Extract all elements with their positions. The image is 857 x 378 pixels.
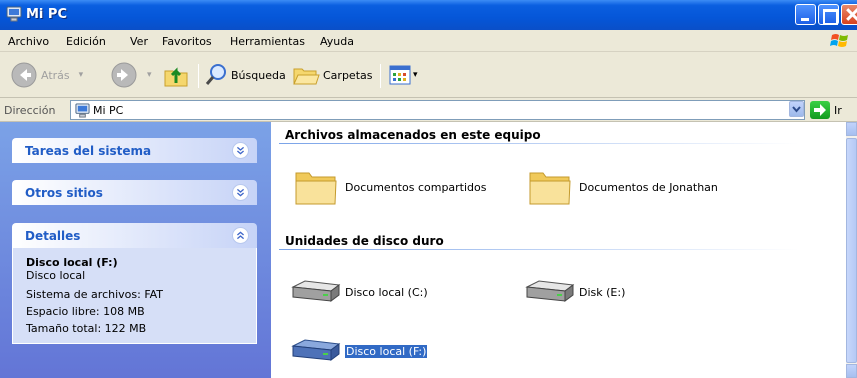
collapse-chevron-icon[interactable] xyxy=(232,227,249,244)
scroll-thumb[interactable] xyxy=(846,138,857,363)
folders-icon xyxy=(293,68,320,85)
hard-drive-icon xyxy=(525,280,575,302)
toolbar-separator xyxy=(198,64,199,88)
toolbar: Atrás ▾ ▾ Búsqueda Carpetas ▾ xyxy=(0,52,857,98)
system-tasks-panel: Tareas del sistema xyxy=(12,138,257,163)
expand-chevron-icon[interactable] xyxy=(232,142,249,159)
details-item-name: Disco local (F:) xyxy=(26,256,118,269)
group-divider xyxy=(279,143,799,144)
details-free-space: Espacio libre: 108 MB xyxy=(26,305,145,318)
my-computer-icon xyxy=(75,103,90,118)
menu-edicion[interactable]: Edición xyxy=(66,35,106,48)
hard-drive-icon xyxy=(291,280,341,302)
hard-drives-header: Unidades de disco duro xyxy=(285,234,444,248)
address-label: Dirección xyxy=(4,104,56,117)
menu-ayuda[interactable]: Ayuda xyxy=(320,35,354,48)
expand-chevron-icon[interactable] xyxy=(232,184,249,201)
back-arrow-icon xyxy=(11,62,37,88)
other-places-header[interactable]: Otros sitios xyxy=(12,180,257,205)
up-folder-button[interactable] xyxy=(162,59,190,91)
vertical-scrollbar[interactable] xyxy=(846,122,857,378)
folders-label: Carpetas xyxy=(323,68,373,82)
folders-button[interactable]: Carpetas xyxy=(292,59,372,91)
chevron-down-icon xyxy=(792,106,801,113)
views-button[interactable]: ▾ xyxy=(389,59,418,91)
drive-label: Disco local (C:) xyxy=(345,285,428,299)
back-dropdown-icon[interactable]: ▾ xyxy=(79,70,84,80)
views-dropdown-icon[interactable]: ▾ xyxy=(413,70,418,80)
maximize-button[interactable] xyxy=(818,4,839,25)
address-dropdown-button[interactable] xyxy=(789,101,804,117)
folder-label: Documentos de Jonathan xyxy=(579,180,718,194)
go-label[interactable]: Ir xyxy=(834,104,842,117)
menu-archivo[interactable]: Archivo xyxy=(8,35,49,48)
details-header[interactable]: Detalles xyxy=(12,223,257,248)
content-area: Archivos almacenados en este equipo Docu… xyxy=(271,122,846,378)
search-icon xyxy=(205,64,226,85)
scroll-up-button[interactable] xyxy=(846,122,857,136)
minimize-button[interactable] xyxy=(795,4,816,25)
group-divider xyxy=(279,249,799,250)
drive-item-e[interactable]: Disk (E:) xyxy=(521,277,625,307)
menu-ver[interactable]: Ver xyxy=(130,35,148,48)
forward-button[interactable]: ▾ xyxy=(110,59,152,91)
menu-favoritos[interactable]: Favoritos xyxy=(162,35,212,48)
details-panel: Detalles Disco local (F:) Disco local Si… xyxy=(12,223,257,344)
title-bar: Mi PC xyxy=(0,0,857,30)
folder-item-jonathan-documents[interactable]: Documentos de Jonathan xyxy=(527,167,718,207)
other-places-title: Otros sitios xyxy=(25,186,103,200)
folder-icon xyxy=(529,172,571,205)
forward-dropdown-icon[interactable]: ▾ xyxy=(147,70,152,80)
task-pane: Tareas del sistema Otros sitios Detalles… xyxy=(0,122,271,378)
search-label: Búsqueda xyxy=(231,68,286,82)
toolbar-separator xyxy=(380,64,381,88)
menu-bar: Archivo Edición Ver Favoritos Herramient… xyxy=(0,30,857,52)
window-title: Mi PC xyxy=(26,7,67,22)
drive-label: Disk (E:) xyxy=(579,285,626,299)
my-computer-icon xyxy=(6,6,22,22)
folder-label: Documentos compartidos xyxy=(345,180,487,194)
stored-files-header: Archivos almacenados en este equipo xyxy=(285,128,541,142)
search-button[interactable]: Búsqueda xyxy=(204,59,286,91)
back-button[interactable]: Atrás ▾ xyxy=(10,59,83,91)
address-input[interactable]: Mi PC xyxy=(70,100,805,120)
close-button[interactable] xyxy=(841,4,857,25)
folder-icon xyxy=(295,172,337,205)
folder-item-shared-documents[interactable]: Documentos compartidos xyxy=(293,167,487,207)
details-title: Detalles xyxy=(25,229,81,243)
details-body: Disco local (F:) Disco local Sistema de … xyxy=(12,248,257,344)
menu-herramientas[interactable]: Herramientas xyxy=(230,35,305,48)
up-folder-icon xyxy=(164,67,188,87)
go-button[interactable] xyxy=(810,101,830,119)
address-value: Mi PC xyxy=(93,104,124,117)
details-file-system: Sistema de archivos: FAT xyxy=(26,288,164,301)
go-arrow-icon xyxy=(814,104,826,116)
details-total-size: Tamaño total: 122 MB xyxy=(26,322,147,335)
other-places-panel: Otros sitios xyxy=(12,180,257,205)
system-tasks-header[interactable]: Tareas del sistema xyxy=(12,138,257,163)
scroll-down-button[interactable] xyxy=(846,364,857,378)
details-item-type: Disco local xyxy=(26,269,86,282)
drive-label: Disco local (F:) xyxy=(345,344,428,358)
windows-logo-icon xyxy=(830,34,848,47)
hard-drive-icon xyxy=(291,339,341,361)
system-tasks-title: Tareas del sistema xyxy=(25,144,152,158)
back-label: Atrás xyxy=(41,68,70,82)
drive-item-f[interactable]: Disco local (F:) xyxy=(287,336,428,366)
views-icon xyxy=(389,65,411,85)
forward-arrow-icon xyxy=(111,62,137,88)
drive-item-c[interactable]: Disco local (C:) xyxy=(287,277,428,307)
address-bar: Dirección Mi PC Ir xyxy=(0,98,857,122)
